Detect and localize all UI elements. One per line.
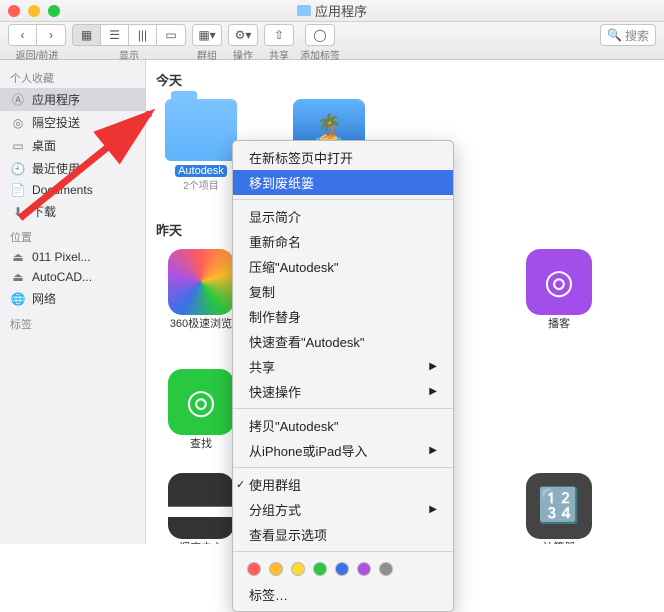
annotation-arrow xyxy=(0,58,200,228)
disk-icon: ⏏ xyxy=(10,250,26,264)
tags-button[interactable]: ◯ xyxy=(306,25,334,45)
tags-menu[interactable]: ◯ xyxy=(305,24,335,46)
column-view-button[interactable]: ||| xyxy=(129,25,157,45)
calc-icon: 🔢 xyxy=(526,473,592,539)
ctx-view-options[interactable]: 查看显示选项 xyxy=(233,522,453,547)
view-switcher[interactable]: ▦ ☰ ||| ▭ xyxy=(72,24,186,46)
ctx-separator xyxy=(233,467,453,468)
traffic-lights xyxy=(8,5,60,17)
context-menu: 在新标签页中打开 移到废纸篓 显示简介 重新命名 压缩"Autodesk" 复制… xyxy=(232,140,454,612)
group-button[interactable]: ▦▾ xyxy=(193,25,221,45)
minimize-icon[interactable] xyxy=(28,5,40,17)
tag-gray[interactable] xyxy=(379,562,393,576)
chevron-right-icon: ▶ xyxy=(429,361,437,372)
sidebar-item-network[interactable]: 🌐网络 xyxy=(0,287,145,310)
close-icon[interactable] xyxy=(8,5,20,17)
ctx-move-to-trash[interactable]: 移到废纸篓 xyxy=(233,170,453,195)
ctx-get-info[interactable]: 显示简介 xyxy=(233,204,453,229)
action-menu[interactable]: ⚙▾ xyxy=(228,24,258,46)
ctx-quicklook[interactable]: 快速查看"Autodesk" xyxy=(233,329,453,354)
chevron-right-icon: ▶ xyxy=(429,504,437,515)
toolbar: ‹ › 返回/前进 ▦ ☰ ||| ▭ 显示 ▦▾ 群组 ⚙▾ 操作 ⇧ 共享 … xyxy=(0,22,664,60)
globe-icon: 🌐 xyxy=(10,292,26,306)
icon-view-button[interactable]: ▦ xyxy=(73,25,101,45)
ctx-open-new-tab[interactable]: 在新标签页中打开 xyxy=(233,145,453,170)
tag-green[interactable] xyxy=(313,562,327,576)
gallery-view-button[interactable]: ▭ xyxy=(157,25,185,45)
ctx-separator xyxy=(233,551,453,552)
ctx-share[interactable]: 共享▶ xyxy=(233,354,453,379)
ctx-tag-colors xyxy=(233,556,453,582)
share-button[interactable]: ⇧ xyxy=(265,25,293,45)
folder-icon xyxy=(297,5,311,16)
window-title-text: 应用程序 xyxy=(315,1,367,20)
titlebar: 应用程序 xyxy=(0,0,664,22)
share-menu[interactable]: ⇧ xyxy=(264,24,294,46)
back-forward[interactable]: ‹ › xyxy=(8,24,66,46)
window-title: 应用程序 xyxy=(297,1,367,20)
search-input[interactable]: 🔍 搜索 xyxy=(600,24,656,46)
ctx-rename[interactable]: 重新命名 xyxy=(233,229,453,254)
section-today: 今天 xyxy=(156,70,654,89)
ctx-use-groups[interactable]: ✓使用群组 xyxy=(233,472,453,497)
ctx-group-by[interactable]: 分组方式▶ xyxy=(233,497,453,522)
ctx-compress[interactable]: 压缩"Autodesk" xyxy=(233,254,453,279)
ctx-tags-more[interactable]: 标签… xyxy=(233,582,453,607)
search-placeholder: 搜索 xyxy=(625,27,649,44)
sidebar-section-tags: 标签 xyxy=(0,310,145,334)
podcast-icon: ◎ xyxy=(526,249,592,315)
ctx-duplicate[interactable]: 复制 xyxy=(233,279,453,304)
mission-icon: ▬▬ xyxy=(168,473,234,539)
action-button[interactable]: ⚙▾ xyxy=(229,25,257,45)
app-item-podcast[interactable]: ◎ 播客 xyxy=(514,249,604,331)
sidebar-item-disk-pixel[interactable]: ⏏011 Pixel... xyxy=(0,247,145,267)
ctx-import[interactable]: 从iPhone或iPad导入▶ xyxy=(233,438,453,463)
rainbow-icon xyxy=(168,249,234,315)
back-button[interactable]: ‹ xyxy=(9,25,37,45)
ctx-separator xyxy=(233,199,453,200)
radar-icon: ◎ xyxy=(168,369,234,435)
ctx-copy[interactable]: 拷贝"Autodesk" xyxy=(233,413,453,438)
group-menu[interactable]: ▦▾ xyxy=(192,24,222,46)
ctx-alias[interactable]: 制作替身 xyxy=(233,304,453,329)
check-icon: ✓ xyxy=(236,478,245,491)
tag-purple[interactable] xyxy=(357,562,371,576)
chevron-right-icon: ▶ xyxy=(429,386,437,397)
chevron-right-icon: ▶ xyxy=(429,445,437,456)
sidebar-item-disk-autocad[interactable]: ⏏AutoCAD... xyxy=(0,267,145,287)
app-item-calc[interactable]: 🔢 计算器 xyxy=(514,473,604,544)
tag-red[interactable] xyxy=(247,562,261,576)
fullscreen-icon[interactable] xyxy=(48,5,60,17)
tag-yellow[interactable] xyxy=(291,562,305,576)
list-view-button[interactable]: ☰ xyxy=(101,25,129,45)
forward-button[interactable]: › xyxy=(37,25,65,45)
tag-blue[interactable] xyxy=(335,562,349,576)
search-icon: 🔍 xyxy=(607,28,622,42)
ctx-separator xyxy=(233,408,453,409)
disk-icon: ⏏ xyxy=(10,270,26,284)
ctx-quick-actions[interactable]: 快速操作▶ xyxy=(233,379,453,404)
tag-orange[interactable] xyxy=(269,562,283,576)
